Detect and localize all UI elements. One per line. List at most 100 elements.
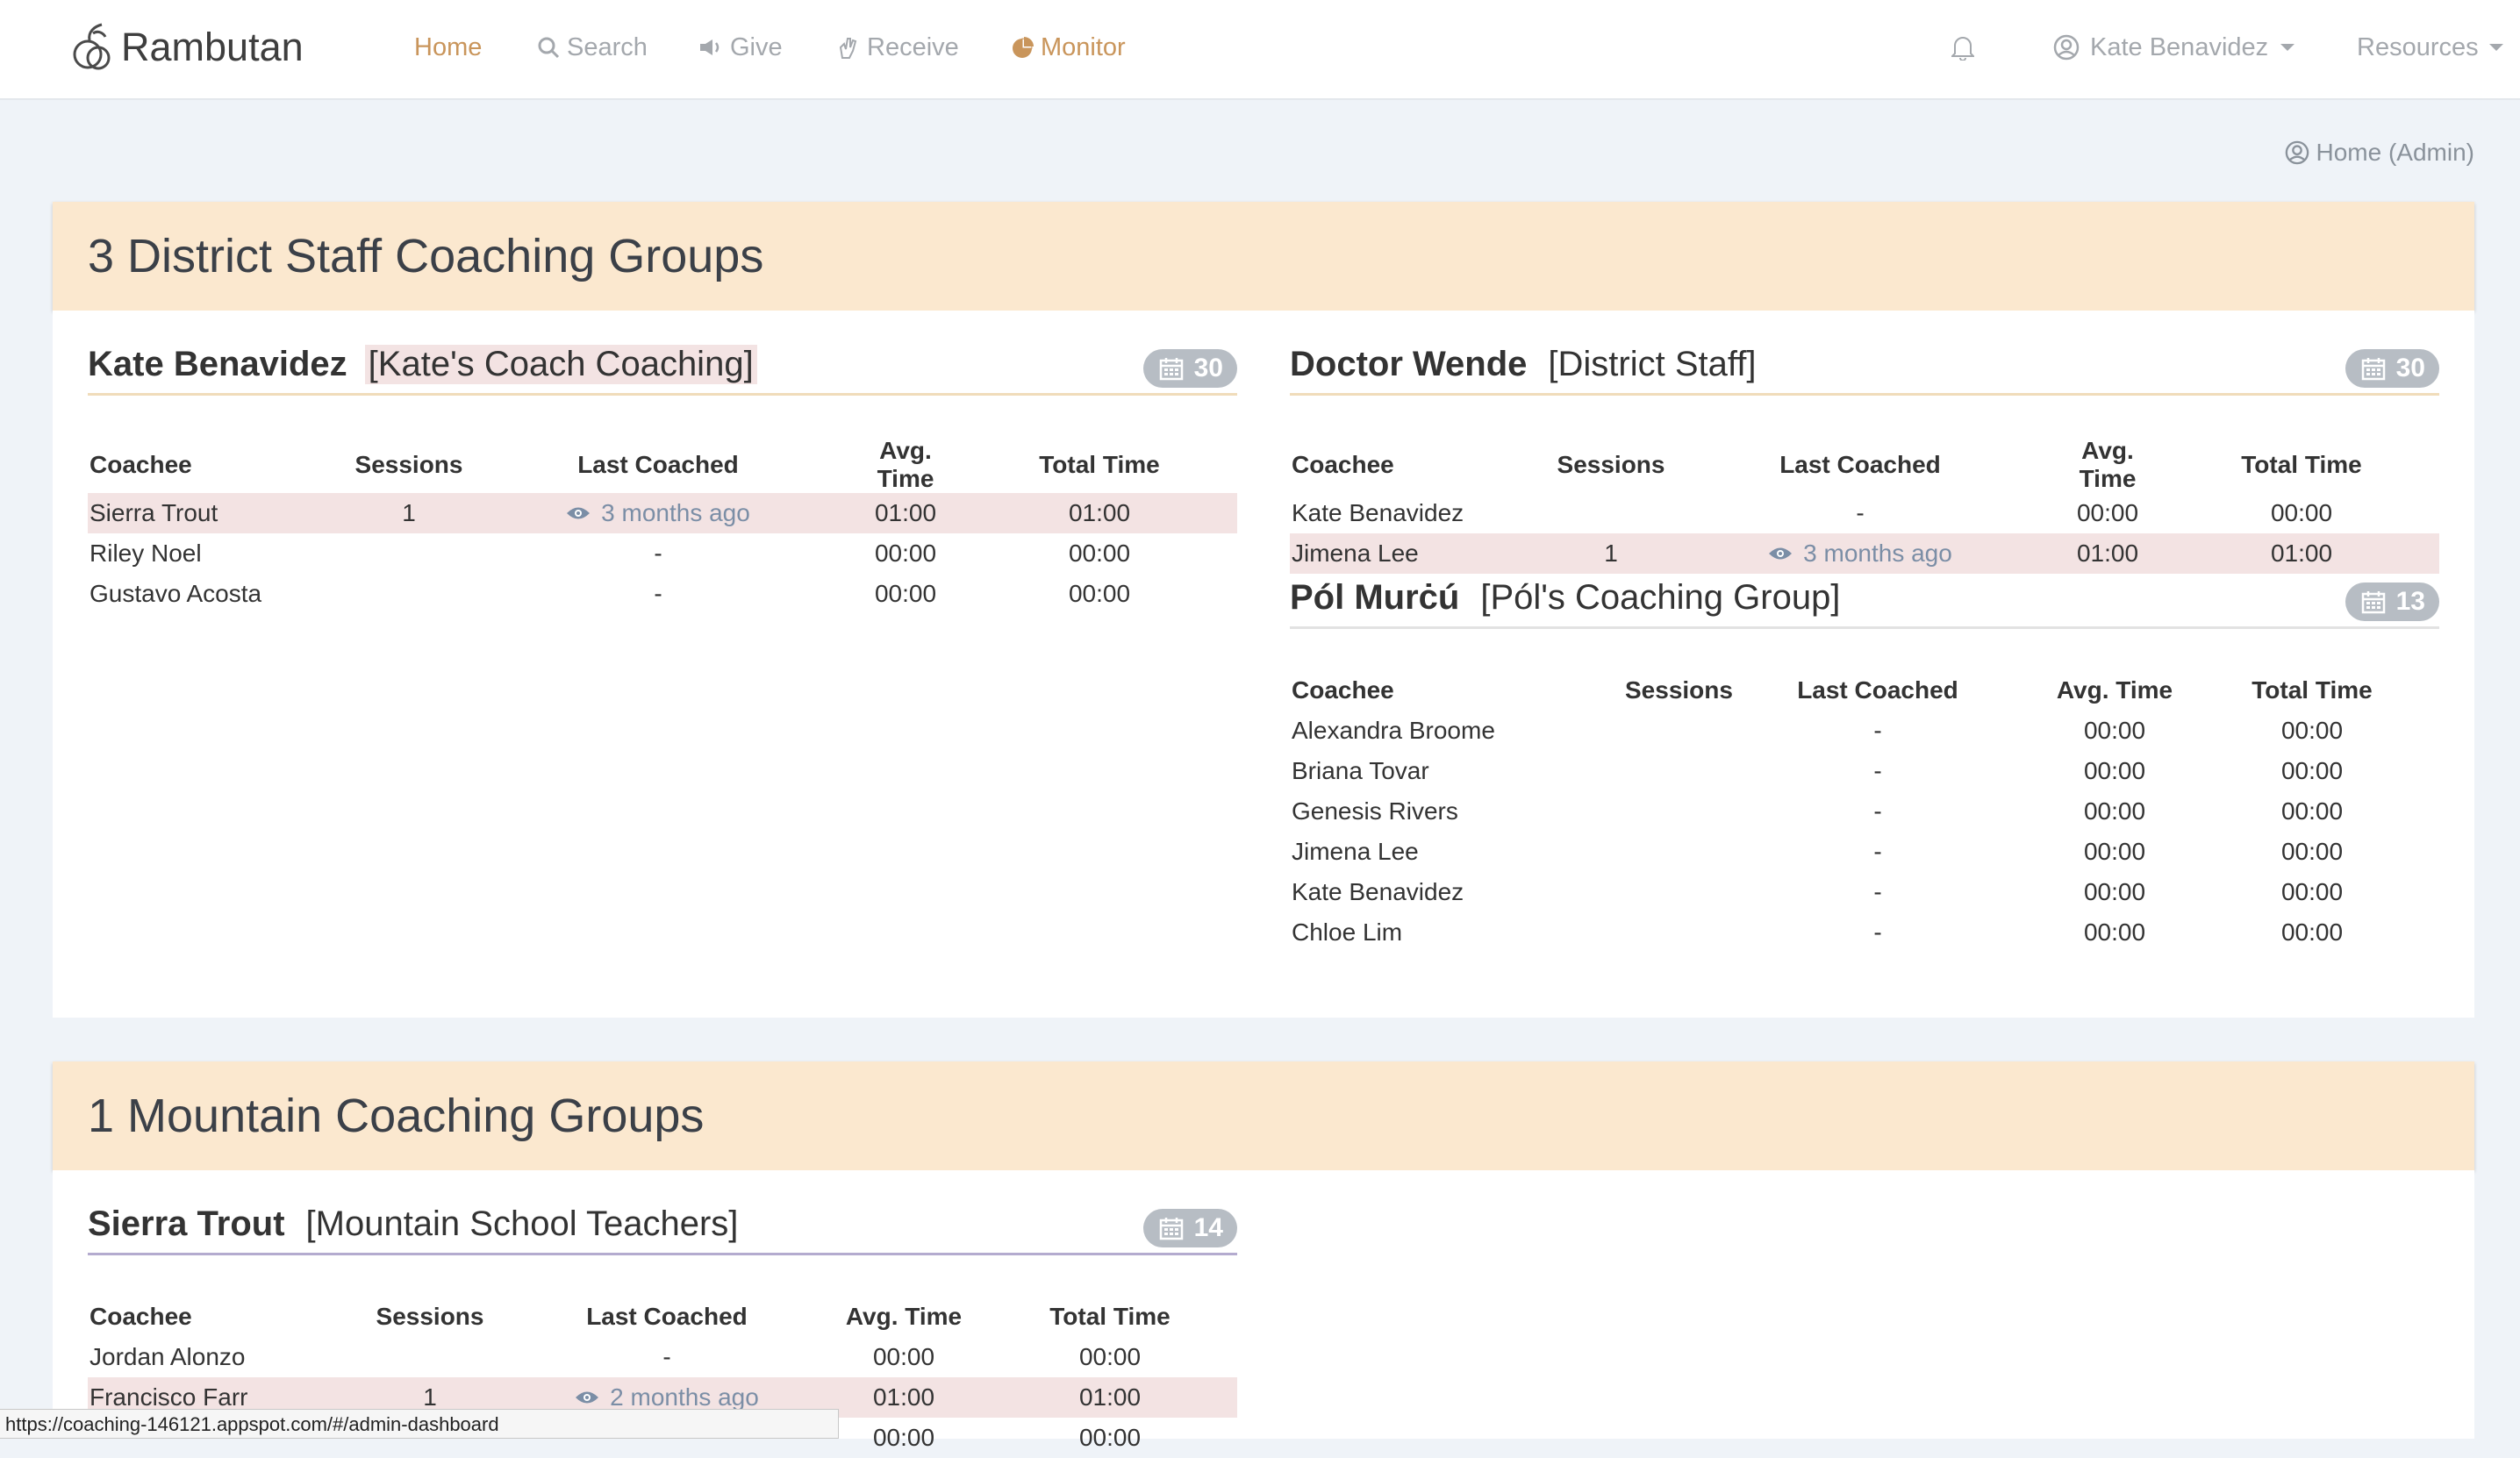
group-name[interactable]: [Kate's Coach Coaching]	[364, 344, 757, 384]
group-name[interactable]: [Mountain School Teachers]	[303, 1204, 742, 1244]
avg-time: 01:00	[849, 493, 962, 533]
group-header: Pól Murċú [Pól's Coaching Group] 13	[1290, 568, 2439, 629]
nav-give[interactable]: Give	[698, 26, 783, 68]
coach-name[interactable]: Sierra Trout	[88, 1204, 285, 1244]
group-header: Kate Benavidez [Kate's Coach Coaching] 3…	[88, 335, 1237, 396]
coachee-name: Kate Benavidez	[1292, 499, 1464, 526]
total-time: 00:00	[2280, 838, 2344, 865]
nav-home[interactable]: Home	[414, 26, 482, 68]
section-header: 1 Mountain Coaching Groups	[53, 1061, 2474, 1170]
coach-name[interactable]: Doctor Wende	[1290, 345, 1527, 384]
notifications-button[interactable]	[1951, 26, 1981, 68]
coachee-name: Riley Noel	[89, 540, 202, 567]
sessions-badge[interactable]: 30	[2345, 349, 2439, 388]
coachee-name: Gustavo Acosta	[89, 580, 262, 607]
brand-name: Rambutan	[121, 25, 304, 69]
table-row[interactable]: Kate Benavidez - 00:00 00:00	[1290, 493, 2439, 533]
table-row[interactable]: Jordan Alonzo - 00:00 00:00	[88, 1337, 1237, 1377]
total-time: 00:00	[2280, 918, 2344, 946]
resources-menu[interactable]: Resources	[2357, 26, 2512, 68]
total-time: 00:00	[1078, 1424, 1142, 1451]
nav-monitor[interactable]: Monitor	[1011, 26, 1126, 68]
user-menu[interactable]: Kate Benavidez	[2053, 26, 2303, 68]
sessions-badge[interactable]: 30	[1142, 349, 1237, 388]
eye-icon	[576, 1391, 599, 1404]
last-coached-text: -	[1873, 918, 1882, 946]
browser-status-url: https://coaching-146121.appspot.com/#/ad…	[0, 1409, 839, 1439]
column-header-last-coached: Last Coached	[1779, 451, 1941, 478]
table-row[interactable]: Kate Benavidez - 00:00 00:00	[1290, 872, 2439, 912]
brand-logo[interactable]: Rambutan	[68, 21, 304, 74]
column-header-total-time: Total Time	[1049, 1303, 1171, 1330]
avg-time: 00:00	[2083, 757, 2146, 784]
user-name: Kate Benavidez	[2090, 32, 2269, 61]
last-coached-text: -	[1856, 499, 1865, 526]
last-coached-text: -	[1873, 797, 1882, 825]
column-header-sessions: Sessions	[354, 451, 463, 478]
table-row[interactable]: Briana Tovar - 00:00 00:00	[1290, 751, 2439, 791]
sessions-count	[351, 533, 467, 574]
last-coached-text: 3 months ago	[1803, 540, 1952, 567]
coach-name[interactable]: Pól Murċú	[1290, 578, 1459, 618]
last-coached-text: 2 months ago	[610, 1383, 759, 1411]
column-header-coachee: Coachee	[1292, 676, 1394, 704]
last-coached-text: -	[1873, 717, 1882, 744]
admin-home-label: Home (Admin)	[2316, 139, 2474, 166]
column-header-coachee: Coachee	[1292, 451, 1394, 478]
calendar-icon	[1159, 358, 1183, 381]
megaphone-icon	[700, 39, 719, 55]
section-title: 3 District Staff Coaching Groups	[88, 230, 764, 282]
last-coached-text: -	[654, 580, 662, 607]
sessions-count	[1553, 493, 1669, 533]
sessions-count	[1623, 832, 1711, 872]
last-coached-link[interactable]: 2 months ago	[575, 1383, 759, 1412]
group-name[interactable]: [Pól's Coaching Group]	[1477, 578, 1843, 618]
caret-down-icon	[2280, 44, 2295, 51]
avg-time: 00:00	[2076, 499, 2139, 526]
calendar-icon	[1159, 1218, 1183, 1240]
section-body: Kate Benavidez [Kate's Coach Coaching] 3…	[53, 311, 2474, 1018]
user-circle-icon	[2285, 140, 2309, 165]
avg-time: 00:00	[872, 1343, 935, 1370]
last-coached-text: -	[654, 540, 662, 567]
sessions-badge[interactable]: 13	[2345, 582, 2439, 621]
table-row[interactable]: Genesis Rivers - 00:00 00:00	[1290, 791, 2439, 832]
column-header-avg-time: Avg. Time	[845, 1303, 963, 1330]
badge-count: 13	[2395, 587, 2425, 616]
column-header-avg-time: Avg. Time	[2079, 437, 2137, 492]
last-coached-text: -	[1873, 838, 1882, 865]
top-navbar: Rambutan Home Search Give Receive Monito…	[0, 0, 2520, 100]
table-row[interactable]: Sierra Trout 1 3 months ago 01:00 01:00	[88, 493, 1237, 533]
table-row[interactable]: Gustavo Acosta - 00:00 00:00	[88, 574, 1237, 614]
calendar-icon	[2361, 591, 2385, 614]
table-row[interactable]: Alexandra Broome - 00:00 00:00	[1290, 711, 2439, 751]
sessions-badge[interactable]: 14	[1142, 1209, 1237, 1247]
nav-home-label: Home	[414, 32, 483, 61]
coachee-name: Alexandra Broome	[1292, 717, 1495, 744]
coaching-group: Sierra Trout [Mountain School Teachers] …	[88, 1195, 1237, 1451]
calendar-icon	[2361, 358, 2385, 381]
coachee-table: Coachee Sessions Last Coached Avg. Time …	[1290, 670, 2439, 953]
admin-home-link[interactable]: Home (Admin)	[2285, 139, 2474, 167]
last-coached-text: 3 months ago	[601, 499, 750, 526]
avg-time: 00:00	[872, 1424, 935, 1451]
nav-search-label: Search	[567, 32, 648, 61]
total-time: 00:00	[2280, 717, 2344, 744]
coaching-group: Doctor Wende [District Staff] 30 Coachee…	[1290, 335, 2439, 574]
coach-name[interactable]: Kate Benavidez	[88, 345, 347, 384]
total-time: 00:00	[1078, 1343, 1142, 1370]
nav-search[interactable]: Search	[537, 26, 648, 68]
coaching-group: Kate Benavidez [Kate's Coach Coaching] 3…	[88, 335, 1237, 607]
column-header-total-time: Total Time	[1039, 451, 1160, 478]
total-time: 01:00	[962, 493, 1237, 533]
last-coached-link[interactable]: 3 months ago	[566, 499, 750, 527]
sessions-count	[351, 574, 467, 614]
table-row[interactable]: Riley Noel - 00:00 00:00	[88, 533, 1237, 574]
table-row[interactable]: Chloe Lim - 00:00 00:00	[1290, 912, 2439, 953]
last-coached-link[interactable]: 3 months ago	[1768, 540, 1952, 568]
nav-receive[interactable]: Receive	[837, 26, 959, 68]
group-name[interactable]: [District Staff]	[1544, 345, 1759, 384]
coachee-name: Kate Benavidez	[1292, 878, 1464, 905]
table-row[interactable]: Jimena Lee - 00:00 00:00	[1290, 832, 2439, 872]
badge-count: 14	[1193, 1213, 1223, 1242]
